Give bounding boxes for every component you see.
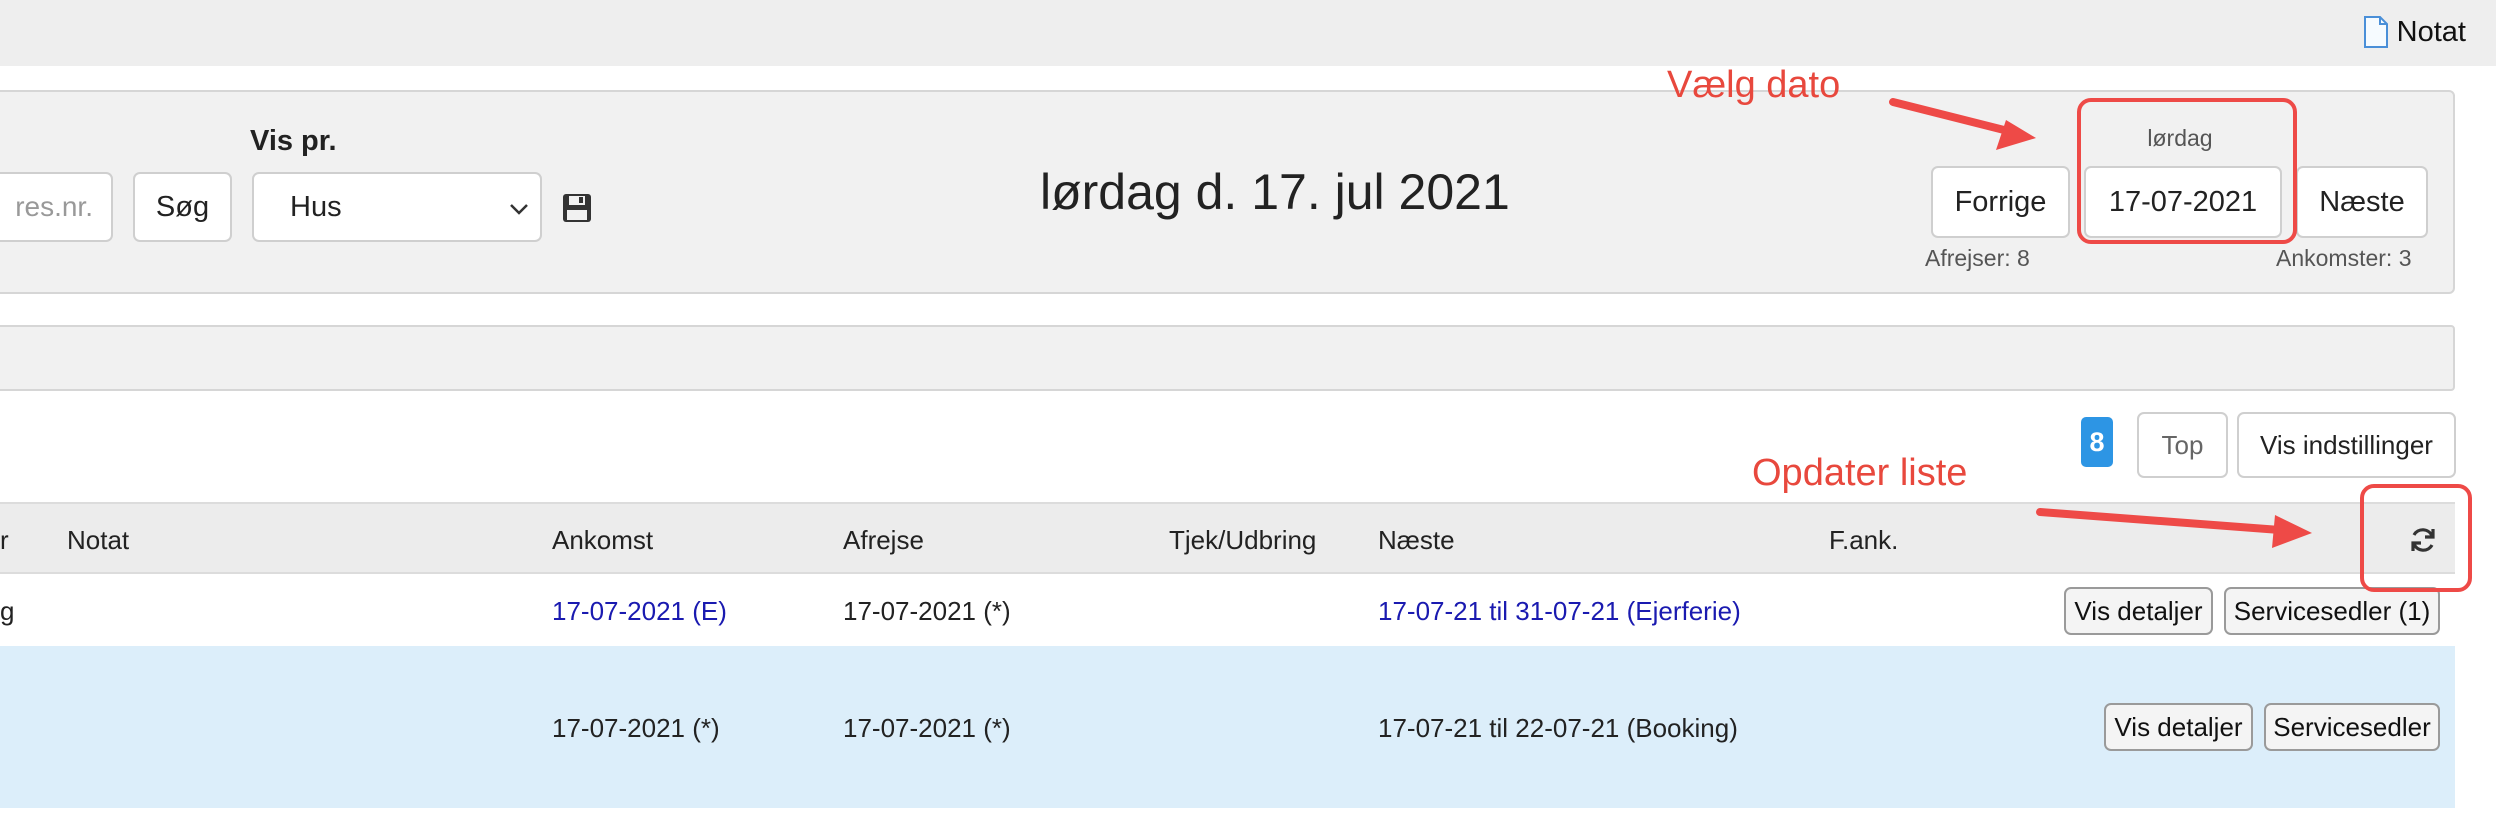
arrival-link[interactable]: 17-07-2021 (E) — [552, 596, 727, 627]
annotation-choose-date: Vælg dato — [1667, 64, 1841, 106]
column-header-fank[interactable]: F.ank. — [1829, 525, 1898, 556]
reservation-search-input[interactable]: res.nr. — [0, 172, 113, 242]
result-count-badge: 8 — [2081, 417, 2113, 467]
departures-count: Afrejser: 8 — [1925, 245, 2030, 271]
column-header-naeste[interactable]: Næste — [1378, 525, 1455, 556]
table-row — [0, 808, 2455, 820]
departure-cell: 17-07-2021 (*) — [843, 713, 1011, 743]
notat-label: Notat — [2396, 15, 2466, 48]
search-button[interactable]: Søg — [133, 172, 232, 242]
show-details-button[interactable]: Vis detaljer — [2104, 703, 2253, 751]
departure-cell: 17-07-2021 (*) — [843, 596, 1011, 626]
show-settings-button[interactable]: Vis indstillinger — [2237, 412, 2456, 478]
column-header-tjek-udbring[interactable]: Tjek/Udbring — [1169, 525, 1316, 556]
save-icon[interactable] — [561, 192, 593, 224]
table-row — [0, 646, 2455, 808]
arrivals-count: Ankomster: 3 — [2276, 245, 2412, 271]
service-notes-button[interactable]: Servicesedler (1) — [2224, 587, 2440, 635]
row-partial-cell: g — [0, 596, 15, 626]
vis-pr-selected-value: Hus — [290, 190, 342, 223]
annotation-update-list: Opdater liste — [1752, 452, 1968, 494]
column-header-partial[interactable]: r — [0, 525, 9, 556]
service-notes-button[interactable]: Servicesedler — [2264, 703, 2440, 751]
secondary-bar — [0, 325, 2455, 391]
next-booking-link[interactable]: 17-07-21 til 31-07-21 (Ejerferie) — [1378, 596, 1741, 627]
annotation-highlight-date — [2077, 98, 2297, 244]
notat-link[interactable]: Notat — [2363, 12, 2466, 52]
vis-pr-label: Vis pr. — [250, 125, 337, 157]
column-header-ankomst[interactable]: Ankomst — [552, 525, 653, 556]
document-icon — [2363, 15, 2389, 49]
previous-day-button[interactable]: Forrige — [1931, 166, 2070, 238]
annotation-highlight-refresh — [2360, 484, 2472, 592]
column-header-notat[interactable]: Notat — [67, 525, 129, 556]
date-heading: lørdag d. 17. jul 2021 — [1040, 164, 1510, 220]
arrival-cell: 17-07-2021 (*) — [552, 713, 720, 743]
next-day-button[interactable]: Næste — [2296, 166, 2428, 238]
top-button[interactable]: Top — [2137, 412, 2228, 478]
show-details-button[interactable]: Vis detaljer — [2064, 587, 2213, 635]
column-header-afrejse[interactable]: Afrejse — [843, 525, 924, 556]
top-bar — [0, 0, 2496, 66]
vis-pr-select[interactable]: Hus — [252, 172, 542, 242]
next-booking-cell: 17-07-21 til 22-07-21 (Booking) — [1378, 713, 1738, 743]
chevron-down-icon — [510, 204, 528, 215]
